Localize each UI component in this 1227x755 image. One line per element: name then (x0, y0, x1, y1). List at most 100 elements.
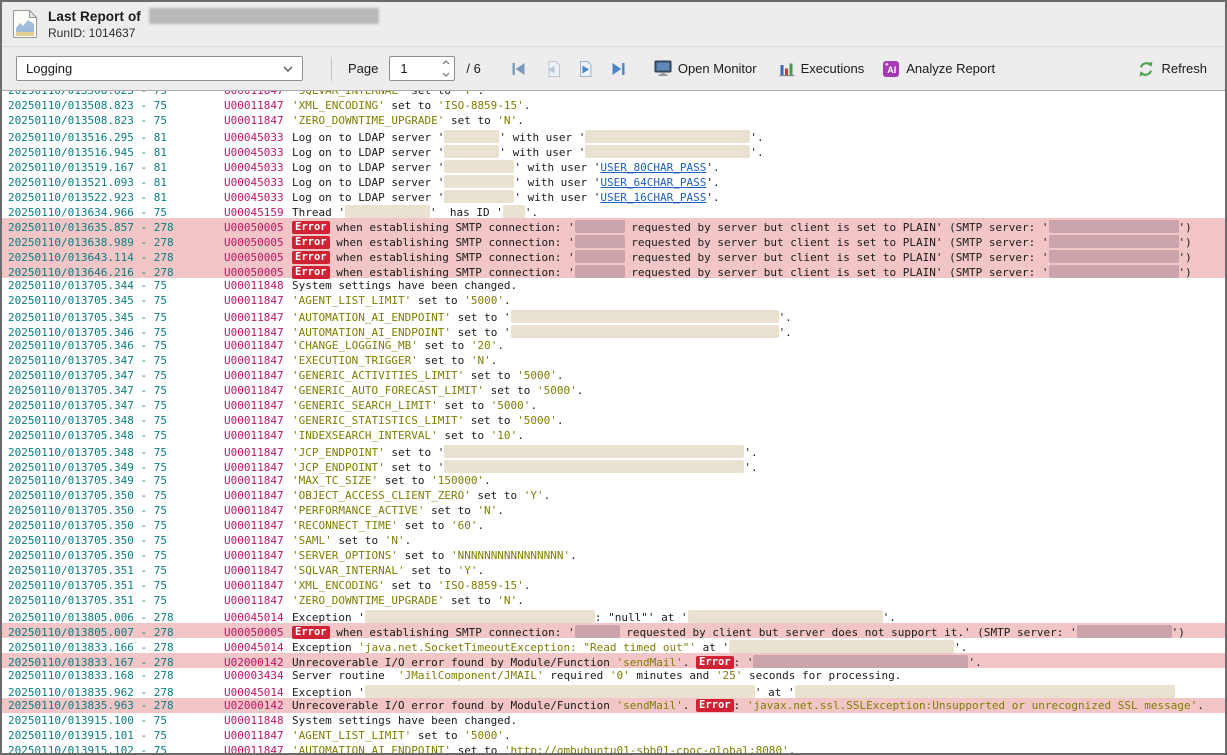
log-row: 20250110/013705.350 - 75U00011847'RECONN… (2, 518, 1225, 533)
page-input[interactable]: 1 (389, 56, 455, 81)
log-row: 20250110/013705.349 - 75U00011847'MAX_TC… (2, 473, 1225, 488)
log-message-id: U00011847 (224, 518, 292, 533)
log-text: ') (1172, 626, 1185, 639)
redaction-box (729, 640, 954, 653)
log-row: 20250110/013522.923 - 81U00045033Log on … (2, 188, 1225, 203)
log-row: 20250110/013835.962 - 278U00045014Except… (2, 683, 1225, 698)
log-message-id: U00011848 (224, 713, 292, 728)
log-text: 'NNNNNNNNNNNNNNNN' (451, 549, 570, 562)
runid-label: RunID: 1014637 (48, 25, 379, 41)
redaction-box (795, 685, 1175, 698)
log-message-id: U00011847 (224, 98, 292, 113)
toolbar: Logging Page 1 / 6 (2, 47, 1225, 91)
page-spin-down-button[interactable] (438, 69, 454, 81)
analyze-report-button[interactable]: AI Analyze Report (882, 60, 995, 78)
log-timestamp: 20250110/013705.350 - 75 (8, 548, 224, 563)
log-row: 20250110/013508.823 - 75U00011847'XML_EN… (2, 98, 1225, 113)
log-text: . (405, 534, 412, 547)
log-message-id: U00011847 (224, 293, 292, 308)
log-row: 20250110/013705.347 - 75U00011847'GENERI… (2, 398, 1225, 413)
log-row: 20250110/013646.216 - 278U00050005Error … (2, 263, 1225, 278)
log-text: . (504, 729, 511, 742)
log-text: . (517, 429, 524, 442)
previous-page-icon (542, 60, 562, 78)
redaction-box (345, 205, 430, 218)
go-last-page-button[interactable] (606, 59, 630, 79)
log-text: : (734, 699, 747, 712)
go-first-page-icon (509, 60, 529, 78)
log-text: . (530, 399, 537, 412)
log-text: 'PERFORMANCE_ACTIVE' (292, 504, 424, 517)
log-text: set to (385, 579, 438, 592)
log-text: set to (405, 564, 458, 577)
log-timestamp: 20250110/013705.351 - 75 (8, 563, 224, 578)
log-text: . (477, 91, 484, 97)
open-monitor-button[interactable]: Open Monitor (654, 60, 757, 77)
redaction-box (1049, 235, 1179, 248)
log-text: '. (779, 326, 792, 339)
analyze-report-label: Analyze Report (906, 61, 995, 76)
report-type-value: Logging (26, 61, 283, 76)
log-text: 'EXECUTION_TRIGGER' (292, 354, 418, 367)
log-text: set to (464, 414, 517, 427)
log-row: 20250110/013521.093 - 81U00045033Log on … (2, 173, 1225, 188)
log-message-id: U00011847 (224, 338, 292, 353)
log-message-id: U00011847 (224, 413, 292, 428)
log-timestamp: 20250110/013508.823 - 75 (8, 113, 224, 128)
log-timestamp: 20250110/013705.348 - 75 (8, 428, 224, 443)
log-text: '10' (491, 429, 518, 442)
log-text: '5000' (491, 399, 531, 412)
svg-text:AI: AI (888, 65, 897, 75)
log-timestamp: 20250110/013705.344 - 75 (8, 278, 224, 293)
log-timestamp: 20250110/013915.100 - 75 (8, 713, 224, 728)
page-total-label: / 6 (466, 61, 480, 76)
log-row: 20250110/013705.346 - 75U00011847'CHANGE… (2, 338, 1225, 353)
log-text: set to (411, 729, 464, 742)
log-row: 20250110/013705.350 - 75U00011847'SAML' … (2, 533, 1225, 548)
executions-button[interactable]: Executions (779, 61, 865, 77)
log-row: 20250110/013805.006 - 278U00045014Except… (2, 608, 1225, 623)
log-text: seconds for processing. (742, 669, 901, 682)
log-row: 20250110/013705.348 - 75U00011847'GENERI… (2, 413, 1225, 428)
go-first-page-button[interactable] (507, 59, 531, 79)
log-text: '. (968, 656, 981, 669)
report-document-chart-icon (12, 9, 38, 39)
log-text: . (557, 369, 564, 382)
log-text: 'N' (477, 504, 497, 517)
log-text: requested by server but client is set to… (625, 266, 1049, 279)
log-text: '20' (471, 339, 498, 352)
log-text: . (497, 504, 504, 517)
log-text: Server routine (292, 669, 398, 682)
log-text: '. (750, 146, 763, 159)
log-timestamp: 20250110/013705.350 - 75 (8, 518, 224, 533)
log-link[interactable]: USER_16CHAR_PASS (600, 191, 706, 204)
log-text: . (683, 699, 696, 712)
log-message-id: U00011847 (224, 548, 292, 563)
log-text: . (789, 744, 796, 753)
refresh-button[interactable]: Refresh (1137, 60, 1207, 78)
log-text: set to (438, 429, 491, 442)
log-timestamp: 20250110/013705.348 - 75 (8, 413, 224, 428)
log-message-id: U00011847 (224, 353, 292, 368)
log-viewport[interactable]: 20250110/013508.823 - 75U00011847'SQLVAR… (2, 91, 1225, 753)
log-text: . (524, 579, 531, 592)
redaction-box (511, 325, 779, 338)
log-text: . (491, 354, 498, 367)
log-timestamp: 20250110/013705.347 - 75 (8, 398, 224, 413)
error-badge: Error (292, 236, 330, 249)
report-type-select[interactable]: Logging (16, 56, 303, 81)
next-page-button[interactable] (573, 59, 597, 79)
error-badge: Error (292, 266, 330, 279)
log-text: 'N' (385, 534, 405, 547)
redaction-box (1077, 625, 1172, 638)
log-text: System settings have been changed. (292, 279, 517, 292)
log-message-id: U00011848 (224, 278, 292, 293)
chevron-down-icon (283, 66, 293, 72)
log-row: 20250110/013833.166 - 278U00045014Except… (2, 638, 1225, 653)
page-spin-up-button[interactable] (438, 57, 454, 69)
log-text: . (544, 489, 551, 502)
report-window: Last Report of RunID: 1014637 Logging Pa… (0, 0, 1227, 755)
redaction-box (688, 610, 883, 623)
previous-page-button[interactable] (540, 59, 564, 79)
log-text: 'Y' (458, 91, 478, 97)
